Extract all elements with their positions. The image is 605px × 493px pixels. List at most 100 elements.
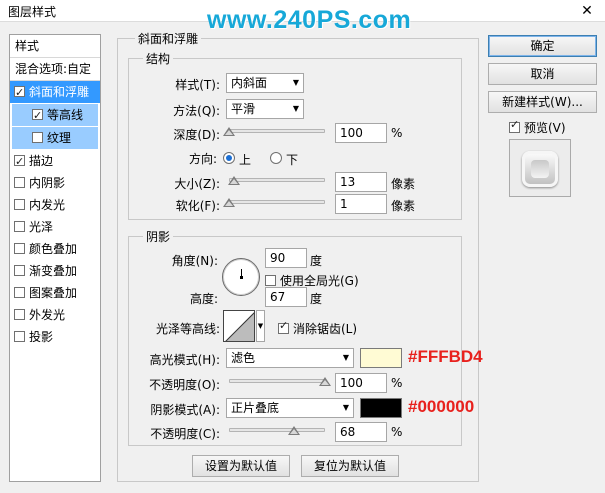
- list-item-bevel-emboss[interactable]: 斜面和浮雕: [10, 81, 100, 104]
- chevron-down-icon: ▼: [342, 403, 349, 412]
- preview-label: 预览(V): [524, 121, 566, 135]
- reset-default-button[interactable]: 复位为默认值: [301, 455, 399, 477]
- make-default-button[interactable]: 设置为默认值: [192, 455, 290, 477]
- shadow-opacity-input[interactable]: 68: [335, 422, 387, 442]
- highlight-opacity-unit: %: [391, 376, 403, 390]
- antialias-checkbox[interactable]: [278, 319, 289, 334]
- size-input[interactable]: 13: [335, 172, 387, 192]
- soften-unit: 像素: [391, 199, 416, 213]
- checkbox-inner-glow[interactable]: [14, 199, 25, 210]
- checkbox-color-overlay[interactable]: [14, 243, 25, 254]
- checkbox-contour[interactable]: [32, 105, 43, 127]
- soften-label: 软化(F):: [175, 199, 220, 213]
- blending-options[interactable]: 混合选项:自定: [10, 58, 100, 80]
- style-label: 样式(T):: [175, 78, 220, 92]
- shadow-mode-label: 阴影模式(A):: [150, 403, 220, 417]
- shadow-opacity-unit: %: [391, 425, 403, 439]
- altitude-label: 高度:: [189, 292, 218, 306]
- cancel-button[interactable]: 取消: [488, 63, 597, 85]
- highlight-color-hex: #FFFBD4: [408, 347, 483, 366]
- size-slider-handle[interactable]: [227, 176, 240, 185]
- gloss-contour-dropdown[interactable]: ▼: [256, 310, 265, 342]
- gloss-contour-label: 光泽等高线:: [155, 322, 220, 336]
- list-item-gradient-overlay[interactable]: 渐变叠加: [10, 260, 100, 282]
- soften-input[interactable]: 1: [335, 194, 387, 214]
- contour-curve-icon: [225, 312, 254, 341]
- direction-up-label: 上: [239, 153, 252, 167]
- direction-up-radio[interactable]: [223, 152, 235, 164]
- shadow-opacity-handle[interactable]: [288, 426, 301, 435]
- list-item-color-overlay[interactable]: 颜色叠加: [10, 238, 100, 260]
- list-item-inner-shadow[interactable]: 内阴影: [10, 172, 100, 194]
- soften-slider[interactable]: [229, 200, 325, 204]
- depth-slider-handle[interactable]: [223, 127, 235, 136]
- checkbox-gradient-overlay[interactable]: [14, 265, 25, 276]
- list-item-outer-glow[interactable]: 外发光: [10, 304, 100, 326]
- highlight-mode-label: 高光模式(H):: [149, 353, 220, 367]
- shadow-color-hex: #000000: [408, 397, 475, 416]
- new-style-button[interactable]: 新建样式(W)...: [488, 91, 597, 113]
- highlight-opacity-slider[interactable]: [229, 379, 325, 383]
- direction-down-radio[interactable]: [270, 152, 282, 164]
- style-preview-thumbnail: [509, 139, 571, 197]
- direction-label: 方向:: [188, 152, 217, 166]
- list-item-contour[interactable]: 等高线: [12, 104, 98, 127]
- preview-checkbox[interactable]: [509, 118, 520, 133]
- style-select[interactable]: 内斜面 ▼: [226, 73, 304, 93]
- checkbox-pattern-overlay[interactable]: [14, 287, 25, 298]
- chevron-down-icon: ▼: [342, 353, 349, 362]
- altitude-unit: 度: [310, 292, 323, 306]
- shadow-color-swatch[interactable]: [360, 398, 402, 418]
- style-list-panel: 样式 混合选项:自定 斜面和浮雕 等高线 纹理 描边 内阴影 内发光 光泽 颜色…: [9, 34, 101, 482]
- chevron-down-icon: ▼: [292, 104, 299, 113]
- shadow-opacity-slider[interactable]: [229, 428, 325, 432]
- gloss-contour-thumbnail[interactable]: [223, 310, 255, 342]
- shadow-mode-select[interactable]: 正片叠底 ▼: [226, 398, 354, 418]
- angle-input[interactable]: 90: [265, 248, 307, 268]
- depth-slider[interactable]: [229, 129, 325, 133]
- list-item-pattern-overlay[interactable]: 图案叠加: [10, 282, 100, 304]
- list-item-drop-shadow[interactable]: 投影: [10, 326, 100, 348]
- checkbox-texture[interactable]: [32, 132, 43, 143]
- list-item-stroke[interactable]: 描边: [10, 150, 100, 173]
- watermark-text: www.240PS.com: [207, 6, 412, 34]
- window-title: 图层样式: [8, 5, 57, 19]
- list-item-satin[interactable]: 光泽: [10, 216, 100, 238]
- highlight-opacity-label: 不透明度(O):: [149, 378, 220, 392]
- antialias-row[interactable]: 消除锯齿(L): [278, 319, 358, 337]
- styles-header[interactable]: 样式: [10, 35, 100, 57]
- ok-button[interactable]: 确定: [488, 35, 597, 57]
- angle-dial-center: [240, 276, 243, 279]
- checkbox-bevel-emboss[interactable]: [14, 82, 25, 104]
- bevel-emboss-title: 斜面和浮雕: [135, 30, 202, 47]
- technique-select[interactable]: 平滑 ▼: [226, 99, 304, 119]
- shading-title: 阴影: [143, 228, 174, 245]
- global-light-checkbox[interactable]: [265, 275, 276, 286]
- direction-down-label: 下: [286, 153, 299, 167]
- angle-dial[interactable]: [222, 258, 260, 296]
- list-item-inner-glow[interactable]: 内发光: [10, 194, 100, 216]
- size-slider[interactable]: [229, 178, 325, 182]
- depth-input[interactable]: 100: [335, 123, 387, 143]
- list-item-texture[interactable]: 纹理: [12, 127, 98, 149]
- altitude-input[interactable]: 67: [265, 287, 307, 307]
- angle-label: 角度(N):: [171, 254, 218, 268]
- close-icon[interactable]: ✕: [578, 2, 596, 20]
- checkbox-inner-shadow[interactable]: [14, 177, 25, 188]
- technique-label: 方法(Q):: [173, 104, 220, 118]
- highlight-opacity-handle[interactable]: [319, 377, 331, 386]
- preview-shape: [522, 151, 558, 187]
- highlight-color-swatch[interactable]: [360, 348, 402, 368]
- preview-shape-inner: [531, 160, 549, 178]
- structure-title: 结构: [143, 50, 174, 67]
- checkbox-satin[interactable]: [14, 221, 25, 232]
- chevron-down-icon: ▼: [292, 78, 299, 87]
- highlight-opacity-input[interactable]: 100: [335, 373, 387, 393]
- checkbox-outer-glow[interactable]: [14, 309, 25, 320]
- checkbox-stroke[interactable]: [14, 151, 25, 173]
- checkbox-drop-shadow[interactable]: [14, 331, 25, 342]
- antialias-label: 消除锯齿(L): [293, 322, 358, 336]
- soften-slider-handle[interactable]: [223, 198, 235, 207]
- preview-row[interactable]: 预览(V): [509, 118, 566, 136]
- highlight-mode-select[interactable]: 滤色 ▼: [226, 348, 354, 368]
